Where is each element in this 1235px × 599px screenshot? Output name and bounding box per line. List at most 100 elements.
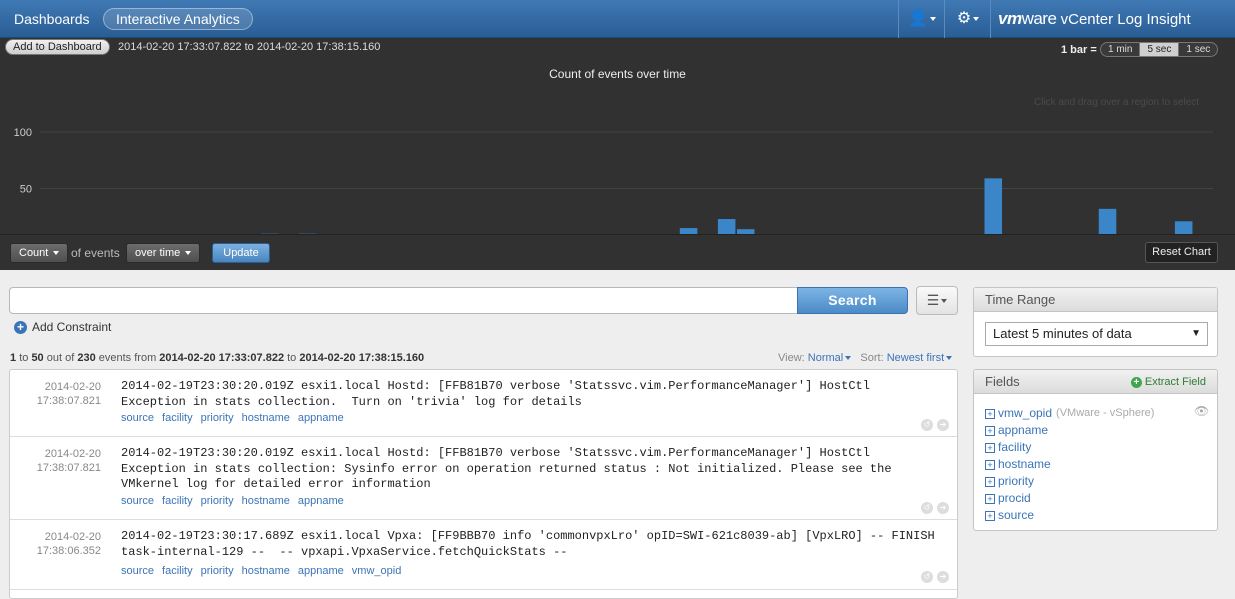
event-field-link[interactable]: appname [298, 412, 344, 424]
aggregate-function-dropdown[interactable]: Count [10, 243, 68, 263]
results-summary: 1 to 50 out of 230 events from 2014-02-2… [10, 352, 424, 364]
menu-icon: ☰ [927, 292, 940, 308]
event-actions: ↺➜ [921, 571, 949, 583]
dropdown-arrow-icon: ▼ [1191, 323, 1201, 345]
view-sort-controls: View: Normal Sort: Newest first [778, 352, 952, 364]
event-field-link[interactable]: priority [201, 495, 234, 507]
field-list: +vmw_opid(VMware - vSphere) +appname +fa… [985, 405, 1154, 524]
history-icon[interactable]: ↺ [921, 502, 933, 514]
user-menu-button[interactable]: 👤 [899, 0, 945, 38]
bar-size-label: 1 bar = [1061, 44, 1097, 56]
event-field-link[interactable]: priority [201, 412, 234, 424]
bar-size-1min[interactable]: 1 min [1101, 43, 1139, 56]
field-item[interactable]: +appname [985, 422, 1154, 439]
plus-circle-icon: + [14, 321, 27, 334]
plus-circle-icon: + [1131, 377, 1142, 388]
field-item[interactable]: +facility [985, 439, 1154, 456]
histogram-bar[interactable] [718, 219, 736, 234]
settings-menu-button[interactable]: ⚙ [945, 0, 991, 38]
field-item[interactable]: +priority [985, 473, 1154, 490]
event-field-link[interactable]: source [121, 412, 154, 424]
expand-icon: + [985, 409, 995, 419]
y-tick-label: 50 [20, 184, 32, 196]
expand-icon: + [985, 426, 995, 436]
event-timestamp: 2014-02-2017:38:07.821 [10, 447, 101, 475]
event-fields: source facility priority hostname appname [121, 495, 352, 507]
chart-time-range: 2014-02-20 17:33:07.822 to 2014-02-20 17… [118, 41, 380, 53]
gear-icon: ⚙ [957, 10, 971, 27]
view-mode-dropdown[interactable]: Normal [808, 352, 851, 364]
event-field-link[interactable]: appname [298, 565, 344, 577]
histogram-bar[interactable] [1175, 221, 1193, 234]
event-histogram[interactable]: 1005017:33:3017:34:0017:34:3017:35:0017:… [0, 76, 1235, 234]
event-fields: source facility priority hostname appname vmw… [121, 565, 409, 577]
search-input[interactable] [9, 287, 799, 314]
event-field-link[interactable]: facility [162, 565, 193, 577]
event-row[interactable]: 2014-02-2017:38:06.352 2014-02-19T23:30:… [10, 520, 957, 590]
event-text: 2014-02-19T23:30:20.019Z esxi1.local Hos… [121, 446, 941, 493]
event-field-link[interactable]: hostname [242, 495, 290, 507]
add-constraint-link[interactable]: +Add Constraint [14, 320, 111, 334]
event-text: 2014-02-19T23:30:20.019Z esxi1.local Hos… [121, 379, 941, 410]
event-field-link[interactable]: source [121, 495, 154, 507]
event-row[interactable]: 2014-02-2017:38:07.821 2014-02-19T23:30:… [10, 437, 957, 520]
forward-icon[interactable]: ➜ [937, 502, 949, 514]
expand-icon: + [985, 443, 995, 453]
expand-icon: + [985, 460, 995, 470]
sort-order-dropdown[interactable]: Newest first [887, 352, 952, 364]
event-field-link[interactable]: vmw_opid [352, 565, 402, 577]
add-to-dashboard-button[interactable]: Add to Dashboard [5, 39, 110, 55]
event-field-link[interactable]: facility [162, 412, 193, 424]
field-item[interactable]: +procid [985, 490, 1154, 507]
field-item[interactable]: +vmw_opid(VMware - vSphere) [985, 405, 1154, 422]
forward-icon[interactable]: ➜ [937, 571, 949, 583]
forward-icon[interactable]: ➜ [937, 419, 949, 431]
event-field-link[interactable]: priority [201, 565, 234, 577]
bar-size-toggle: 1 min 5 sec 1 sec [1100, 42, 1218, 57]
event-fields: source facility priority hostname appname [121, 412, 352, 424]
event-field-link[interactable]: hostname [242, 412, 290, 424]
field-item[interactable]: +hostname [985, 456, 1154, 473]
histogram-bar[interactable] [984, 178, 1002, 234]
event-field-link[interactable]: source [121, 565, 154, 577]
brand-logo: vmware vCenter Log Insight [998, 9, 1191, 29]
update-button[interactable]: Update [212, 243, 270, 263]
divider [990, 0, 991, 38]
event-list: 2014-02-2017:38:07.821 2014-02-19T23:30:… [9, 369, 958, 599]
nav-dashboards[interactable]: Dashboards [2, 8, 102, 30]
history-icon[interactable]: ↺ [921, 419, 933, 431]
event-field-link[interactable]: facility [162, 495, 193, 507]
extract-field-button[interactable]: +Extract Field [1131, 370, 1206, 394]
bar-size-5sec[interactable]: 5 sec [1139, 43, 1178, 56]
event-timestamp: 2014-02-2017:38:07.821 [10, 380, 101, 408]
event-timestamp: 2014-02-2017:38:06.352 [10, 530, 101, 558]
time-range-title: Time Range [974, 288, 1217, 312]
list-menu-button[interactable]: ☰ [916, 286, 958, 315]
histogram-bar[interactable] [1099, 209, 1117, 234]
history-icon[interactable]: ↺ [921, 571, 933, 583]
reset-chart-button[interactable]: Reset Chart [1145, 242, 1218, 263]
top-navbar: Dashboards Interactive Analytics 👤 ⚙ vmw… [0, 0, 1235, 38]
event-text: 2014-02-19T23:30:17.689Z esxi1.local Vpx… [121, 529, 941, 560]
chart-controls: Count of events over time Update Reset C… [0, 234, 1235, 270]
of-events-label: of events [71, 246, 120, 260]
field-item[interactable]: +source [985, 507, 1154, 524]
event-actions: ↺➜ [921, 502, 949, 514]
event-field-link[interactable]: appname [298, 495, 344, 507]
bar-size-1sec[interactable]: 1 sec [1178, 43, 1217, 56]
time-range-select[interactable]: Latest 5 minutes of data▼ [985, 322, 1208, 346]
y-tick-label: 100 [14, 127, 32, 139]
event-field-link[interactable]: hostname [242, 565, 290, 577]
eye-icon[interactable]: 👁 [1194, 404, 1209, 418]
search-button[interactable]: Search [797, 287, 908, 314]
event-actions: ↺➜ [921, 419, 949, 431]
nav-interactive-analytics[interactable]: Interactive Analytics [103, 8, 253, 30]
expand-icon: + [985, 494, 995, 504]
expand-icon: + [985, 511, 995, 521]
fields-panel: Fields +Extract Field 👁 +vmw_opid(VMware… [973, 369, 1218, 531]
event-row[interactable]: 2014-02-2017:38:07.821 2014-02-19T23:30:… [10, 370, 957, 437]
group-by-dropdown[interactable]: over time [126, 243, 200, 263]
user-icon: 👤 [908, 10, 928, 27]
chart-panel: Add to Dashboard 2014-02-20 17:33:07.822… [0, 38, 1235, 234]
expand-icon: + [985, 477, 995, 487]
